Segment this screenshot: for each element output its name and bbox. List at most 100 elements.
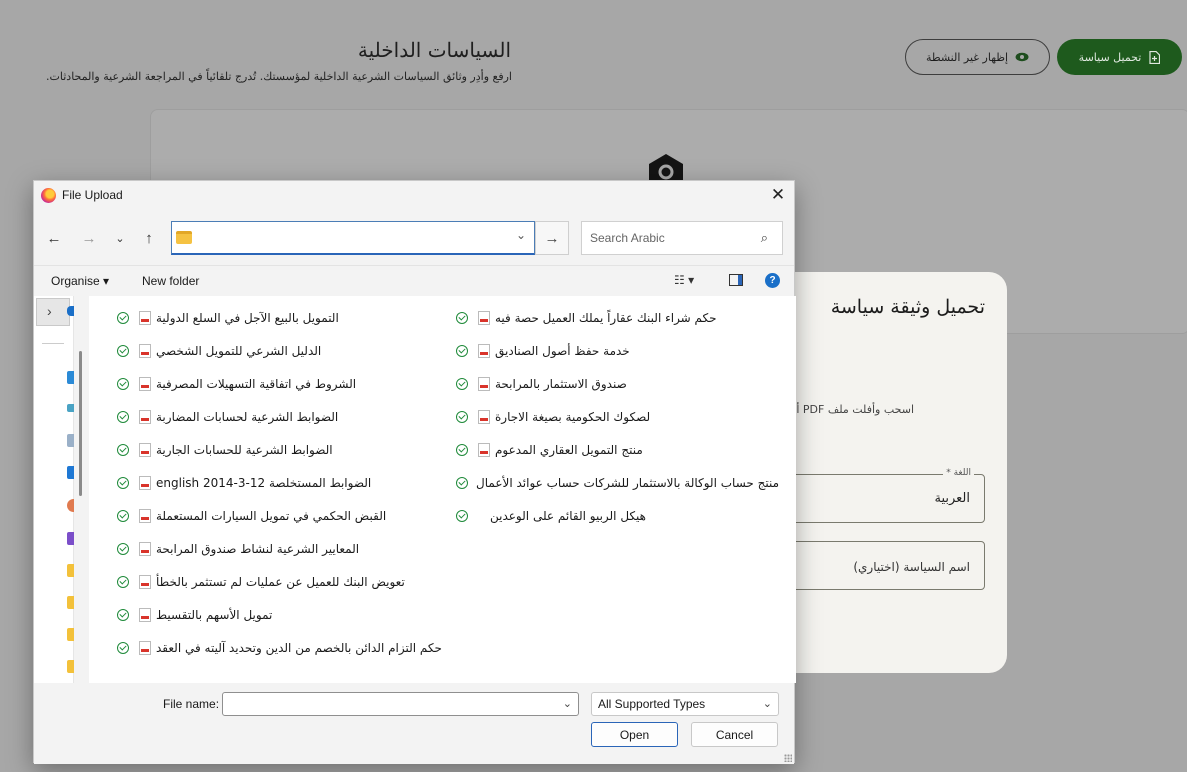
folder-icon[interactable] xyxy=(67,628,74,641)
file-name: لصكوك الحكومية بصيغة الاجارة xyxy=(495,410,651,424)
show-inactive-button[interactable]: إظهار غير النشطة xyxy=(905,39,1050,75)
language-select[interactable]: اللغة * العربية xyxy=(780,468,985,523)
pdf-file-icon xyxy=(139,443,151,457)
divider xyxy=(42,343,64,344)
folder-icon[interactable] xyxy=(67,660,74,673)
file-item[interactable]: تعويض البنك للعميل عن عمليات لم تستثمر ب… xyxy=(117,571,405,593)
address-bar[interactable]: ⌄ xyxy=(171,221,535,255)
close-icon[interactable]: ✕ xyxy=(766,184,790,206)
sync-check-icon xyxy=(117,543,129,555)
sync-check-icon xyxy=(117,576,129,588)
file-item[interactable]: المعايير الشرعية لنشاط صندوق المرابحة xyxy=(117,538,359,560)
pdf-file-icon xyxy=(139,542,151,556)
resize-grip-icon[interactable] xyxy=(784,754,792,762)
file-name: الشروط في اتفاقية التسهيلات المصرفية xyxy=(156,377,357,391)
videos-icon[interactable] xyxy=(67,532,74,545)
file-name: التمويل بالبيع الآجل في السلع الدولية xyxy=(156,311,339,325)
eye-icon xyxy=(1015,52,1029,62)
file-name: الضوابط المستخلصة 12-3-2014 english xyxy=(156,476,372,490)
chevron-down-icon: ⌄ xyxy=(762,698,772,710)
sync-check-icon xyxy=(456,378,468,390)
file-add-icon xyxy=(1149,50,1161,64)
file-name: الضوابط الشرعية لحسابات المضاربة xyxy=(156,410,339,424)
pictures-icon[interactable] xyxy=(67,466,74,479)
policy-name-placeholder: اسم السياسة (اختياري) xyxy=(853,560,970,574)
chevron-down-icon[interactable]: ⌄ xyxy=(563,697,572,710)
policy-name-field[interactable]: اسم السياسة (اختياري) xyxy=(780,541,985,590)
file-type-select[interactable]: All Supported Types ⌄ xyxy=(591,692,779,716)
file-item[interactable]: هيكل الربيو القائم على الوعدين xyxy=(456,505,646,527)
upload-policy-button[interactable]: تحميل سياسة xyxy=(1057,39,1182,75)
sync-check-icon xyxy=(117,312,129,324)
file-item[interactable]: الضوابط الشرعية للحسابات الجارية xyxy=(117,439,333,461)
file-item[interactable]: صندوق الاستثمار بالمرابحة xyxy=(456,373,627,395)
forward-icon[interactable]: → xyxy=(78,227,100,249)
sync-check-icon xyxy=(456,312,468,324)
file-item[interactable]: الدليل الشرعي للتمويل الشخصي xyxy=(117,340,321,362)
dialog-titlebar[interactable]: File Upload ✕ xyxy=(34,181,794,210)
navigation-bar: ← → ⌄ ↑ ⌄ → ⌕ xyxy=(34,221,794,255)
navigation-scrollbar[interactable] xyxy=(79,351,82,496)
preview-pane-icon[interactable] xyxy=(729,274,743,286)
file-name-input[interactable] xyxy=(223,693,553,715)
new-folder-button[interactable]: New folder xyxy=(142,274,199,288)
file-item[interactable]: التمويل بالبيع الآجل في السلع الدولية xyxy=(117,307,339,329)
file-name-label: File name: xyxy=(163,697,220,711)
recent-locations-chevron-icon[interactable]: ⌄ xyxy=(109,227,131,249)
chevron-down-icon[interactable]: ⌄ xyxy=(516,228,526,242)
file-item[interactable]: الضوابط المستخلصة 12-3-2014 english xyxy=(117,472,371,494)
file-item[interactable]: تمويل الأسهم بالتقسيط xyxy=(117,604,272,626)
file-item[interactable]: منتج التمويل العقاري المدعوم xyxy=(456,439,643,461)
pdf-file-icon xyxy=(139,641,151,655)
pdf-file-icon xyxy=(139,311,151,325)
page-title: السياسات الداخلية xyxy=(357,38,511,62)
pdf-file-icon xyxy=(478,311,490,325)
file-name: الضوابط الشرعية للحسابات الجارية xyxy=(156,443,333,457)
file-name-combobox[interactable]: ⌄ xyxy=(222,692,579,716)
file-item[interactable]: القبض الحكمي في تمويل السيارات المستعملة xyxy=(117,505,386,527)
file-type-value: All Supported Types xyxy=(598,697,706,711)
documents-icon[interactable] xyxy=(67,434,74,447)
pdf-file-icon xyxy=(139,575,151,589)
quick-access-icon[interactable] xyxy=(67,306,74,316)
music-icon[interactable] xyxy=(67,499,74,512)
organise-menu[interactable]: Organise ▾ xyxy=(51,274,109,288)
back-icon[interactable]: ← xyxy=(43,227,65,249)
file-name: تعويض البنك للعميل عن عمليات لم تستثمر ب… xyxy=(156,575,405,589)
file-item[interactable]: لصكوك الحكومية بصيغة الاجارة xyxy=(456,406,650,428)
folder-icon[interactable] xyxy=(67,564,74,577)
pdf-file-icon xyxy=(478,344,490,358)
file-name: منتج حساب الوكالة بالاستثمار للشركات حسا… xyxy=(476,476,780,490)
file-name: هيكل الربيو القائم على الوعدين xyxy=(490,509,646,523)
file-item[interactable]: الضوابط الشرعية لحسابات المضاربة xyxy=(117,406,338,428)
pdf-file-icon xyxy=(478,377,490,391)
search-box[interactable]: ⌕ xyxy=(581,221,783,255)
search-icon: ⌕ xyxy=(760,230,768,245)
up-icon[interactable]: ↑ xyxy=(138,227,160,249)
go-button[interactable]: → xyxy=(535,221,569,255)
sync-check-icon xyxy=(117,378,129,390)
file-item[interactable]: حكم التزام الدائن بالخصم من الدين وتحديد… xyxy=(117,637,442,659)
cancel-button[interactable]: Cancel xyxy=(691,722,778,747)
file-item[interactable]: الشروط في اتفاقية التسهيلات المصرفية xyxy=(117,373,356,395)
file-item[interactable]: منتج حساب الوكالة بالاستثمار للشركات حسا… xyxy=(456,472,779,494)
pdf-file-icon xyxy=(139,608,151,622)
folder-icon[interactable] xyxy=(67,596,74,609)
desktop-icon[interactable] xyxy=(67,371,74,384)
upload-policy-label: تحميل سياسة xyxy=(1078,50,1142,64)
folder-icon xyxy=(176,231,192,244)
expand-icon[interactable]: › xyxy=(36,298,70,326)
file-item[interactable]: خدمة حفظ أصول الصناديق xyxy=(456,340,630,362)
sync-check-icon xyxy=(456,345,468,357)
view-options-icon[interactable]: ☷ ▾ xyxy=(674,273,694,287)
dialog-footer: File name: ⌄ All Supported Types ⌄ Open … xyxy=(34,683,794,764)
downloads-icon[interactable] xyxy=(67,404,74,412)
search-input[interactable] xyxy=(582,222,752,254)
card-title: تحميل وثيقة سياسة xyxy=(830,296,985,318)
file-name: حكم التزام الدائن بالخصم من الدين وتحديد… xyxy=(156,641,442,655)
open-button[interactable]: Open xyxy=(591,722,678,747)
file-item[interactable]: حكم شراء البنك عقاراً يملك العميل حصة في… xyxy=(456,307,717,329)
help-icon[interactable]: ? xyxy=(765,273,780,288)
file-name: الدليل الشرعي للتمويل الشخصي xyxy=(156,344,322,358)
show-inactive-label: إظهار غير النشطة xyxy=(925,50,1009,64)
